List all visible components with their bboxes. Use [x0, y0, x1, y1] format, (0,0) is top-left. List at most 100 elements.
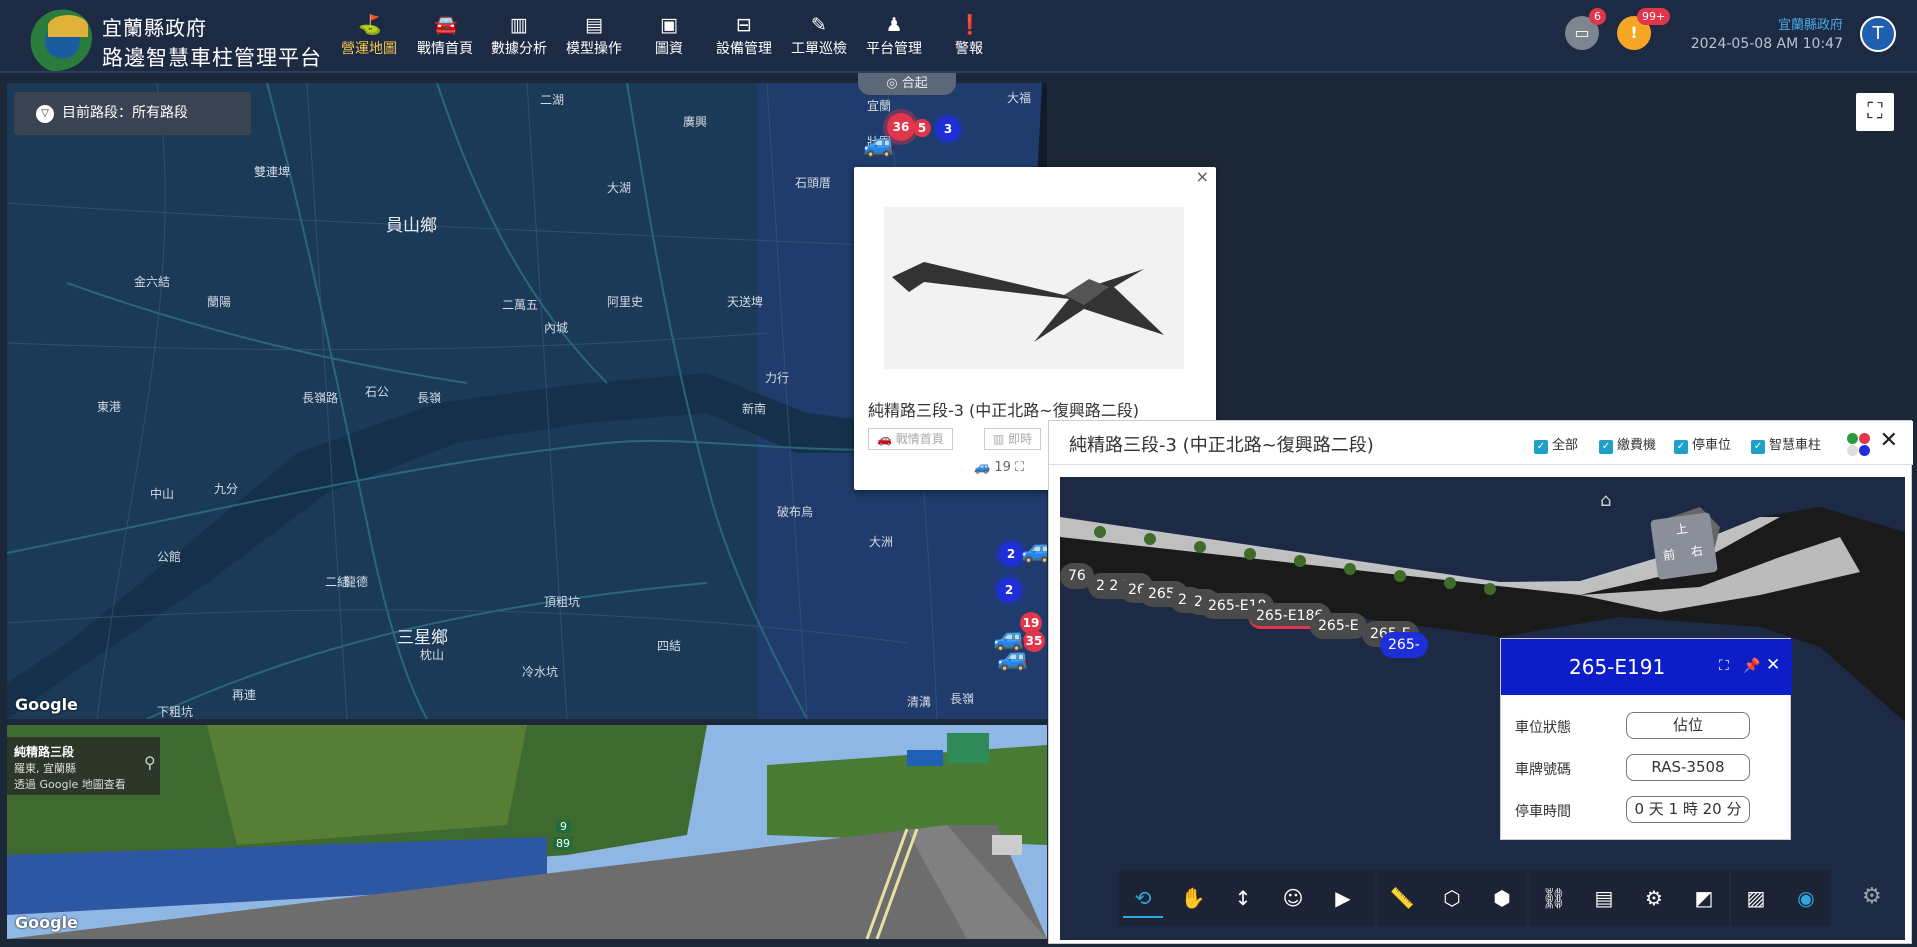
realtime-button[interactable]: ▥ 即時	[984, 428, 1042, 450]
map-label: 大湖	[607, 181, 632, 195]
nav-device-management[interactable]: ⊟ 設備管理	[709, 14, 779, 58]
nav-battle-home[interactable]: 🚘 戰情首頁	[410, 14, 480, 58]
cube-face-right[interactable]: 右	[1690, 542, 1704, 561]
rotate-icon[interactable]: ⟲	[1123, 878, 1163, 918]
nav-label: 營運地圖	[341, 41, 397, 57]
pin-icon[interactable]: 📌	[1743, 658, 1760, 674]
tree-icon[interactable]: ⛓	[1534, 878, 1574, 918]
route-sign: 9	[556, 820, 571, 833]
map-label: 三星鄉	[397, 628, 448, 648]
cube-face-top[interactable]: 上	[1674, 519, 1689, 538]
cluster-marker[interactable]: 2	[999, 542, 1023, 566]
settings-icon[interactable]: ⚙	[1634, 878, 1674, 918]
camera-icon[interactable]: ▶	[1323, 878, 1363, 918]
filter-label: 全部	[1552, 438, 1579, 453]
close-icon[interactable]: ✕	[1766, 655, 1780, 675]
cluster-marker[interactable]: 5	[913, 119, 931, 137]
nav-operation-map[interactable]: ⛳ 營運地圖	[334, 14, 404, 58]
nav-model-operation[interactable]: ▤ 模型操作	[559, 14, 629, 58]
filter-smart-post-checkbox[interactable]: ✓ 智慧車柱	[1751, 434, 1821, 454]
filter-icon: ▽	[36, 105, 54, 123]
sv-google-link[interactable]: 透過 Google 地圖查看	[14, 776, 153, 792]
cube-face-front[interactable]: 前	[1662, 545, 1676, 564]
nav-label: 戰情首頁	[417, 41, 473, 57]
filter-label: 停車位	[1692, 438, 1732, 453]
fullscreen-icon: ⛶	[1867, 99, 1883, 124]
map-label: 公館	[157, 550, 182, 564]
map-label: 中山	[150, 487, 175, 501]
segment-3d-thumbnail[interactable]	[884, 207, 1184, 369]
ruler-icon[interactable]: 📏	[1382, 878, 1422, 918]
panel-close-button[interactable]: ✕	[1880, 428, 1898, 453]
alert-count-badge: 99+	[1637, 8, 1671, 25]
map-label: 新南	[742, 402, 767, 416]
building-icon[interactable]: ▤	[1584, 878, 1624, 918]
street-view[interactable]: 純精路三段 羅東, 宜蘭縣 透過 Google 地圖查看 ⚲ 9 89 Goog…	[7, 725, 1047, 939]
add-image-icon[interactable]: ▨	[1736, 878, 1776, 918]
map-label: 阿里史	[607, 295, 644, 309]
check-icon: ✓	[1674, 440, 1688, 454]
parking-car-icon[interactable]: 🚙	[997, 643, 1029, 673]
location-pin-icon[interactable]: ⚲	[144, 753, 156, 772]
map-label: 大洲	[869, 535, 894, 549]
expand-icon[interactable]: ⛶	[1719, 658, 1729, 674]
route-selector[interactable]: ▽ 目前路段：所有路段	[14, 92, 251, 135]
nav-label: 工單巡檢	[791, 41, 847, 57]
signal-icon[interactable]: ◉	[1786, 878, 1826, 918]
google-logo: Google	[15, 695, 78, 714]
monitor-icon: ▭	[1574, 23, 1590, 42]
nav-data-analysis[interactable]: ▥ 數據分析	[484, 14, 554, 58]
parking-car-icon[interactable]: 🚙	[1021, 535, 1047, 565]
panel-header: 純精路三段-3 (中正北路~復興路二段) ✓ 全部 ✓ 繳費機 ✓ 停車位 ✓ 智慧車柱…	[1049, 421, 1913, 465]
map-label: 東港	[97, 400, 122, 414]
nav-label: 數據分析	[491, 41, 547, 57]
battle-home-button[interactable]: 🚗 戰情首頁	[868, 428, 953, 450]
popup-close-button[interactable]: ×	[1196, 167, 1209, 186]
sv-area: 羅東, 宜蘭縣	[14, 762, 76, 775]
map-label: 內城	[544, 321, 569, 335]
status-label: 車位狀態	[1515, 720, 1571, 736]
parking-car-icon[interactable]: 🚙	[863, 129, 895, 159]
map-label: 九分	[214, 482, 239, 496]
view-cube[interactable]: 前 右 上	[1650, 512, 1718, 580]
toolbar-group-measure: 📏 ⬡ ⬢	[1377, 870, 1527, 926]
user-org: 宜蘭縣政府	[1777, 18, 1843, 33]
person-icon[interactable]: ☺	[1273, 878, 1313, 918]
scan-icon: ⛶	[1015, 460, 1025, 475]
toolbar-group-navigation: ⟲ ✋ ↕ ☺ ▶	[1119, 870, 1375, 926]
nav-platform-management[interactable]: ♟ 平台管理	[859, 14, 929, 58]
hand-icon[interactable]: ✋	[1173, 878, 1213, 918]
logo-swoosh	[48, 15, 88, 37]
edit-icon: ✎	[811, 14, 827, 36]
cluster-marker[interactable]: 2	[997, 578, 1021, 602]
viewer-settings-icon[interactable]: ⚙	[1862, 884, 1882, 909]
filter-label: 繳費機	[1617, 438, 1657, 453]
home-icon[interactable]: ⌂	[1600, 490, 1611, 511]
nav-alerts[interactable]: ❗ 警報	[934, 14, 1004, 58]
map-label: 雙連埤	[254, 165, 291, 179]
toolbar-group-extra: ▨ ◉	[1731, 870, 1831, 926]
parking-slot-label[interactable]: 265-E	[1310, 613, 1367, 639]
duration-label: 停車時間	[1515, 804, 1571, 820]
nav-map-data[interactable]: ▣ 圖資	[634, 14, 704, 58]
updown-icon[interactable]: ↕	[1223, 878, 1263, 918]
google-logo: Google	[15, 913, 78, 932]
filter-all-checkbox[interactable]: ✓ 全部	[1534, 434, 1578, 454]
map-label: 長嶺路	[302, 391, 339, 405]
fullscreen-button[interactable]: ⛶	[1856, 93, 1894, 131]
cluster-marker[interactable]: 3	[936, 117, 960, 141]
collapse-button[interactable]: ◎ 合起	[858, 73, 956, 95]
map-label: 天送埤	[727, 295, 764, 309]
contrast-icon[interactable]: ◩	[1684, 878, 1724, 918]
map-label: 破布烏	[777, 505, 814, 519]
cube-icon[interactable]: ⬢	[1482, 878, 1522, 918]
filter-pay-machine-checkbox[interactable]: ✓ 繳費機	[1599, 434, 1656, 454]
nav-work-order[interactable]: ✎ 工單巡檢	[784, 14, 854, 58]
alert-icon: ❗	[958, 14, 982, 36]
map-label: 下粗坑	[157, 705, 194, 719]
route-selector-label: 目前路段：所有路段	[62, 105, 188, 121]
user-avatar[interactable]: T	[1860, 16, 1896, 52]
box-plus-icon[interactable]: ⬡	[1432, 878, 1472, 918]
filter-parking-space-checkbox[interactable]: ✓ 停車位	[1674, 434, 1731, 454]
parking-slot-label[interactable]: 265-	[1380, 632, 1428, 658]
